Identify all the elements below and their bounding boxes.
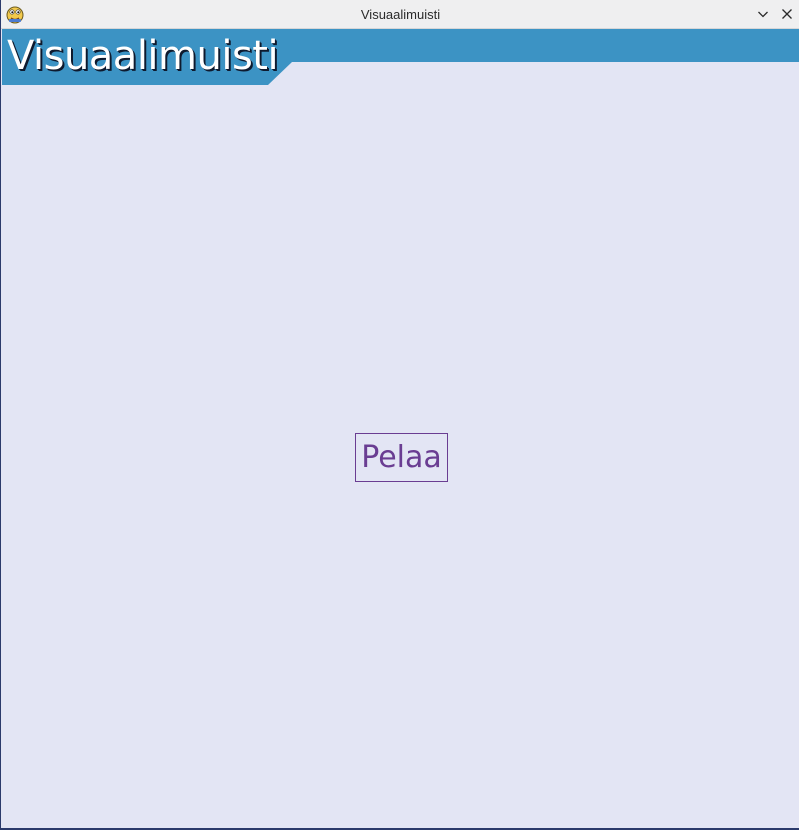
window-title: Visuaalimuisti	[360, 7, 441, 22]
app-window: Visuaalimuisti Visuaalimuisti Pelaa	[0, 0, 799, 830]
play-button[interactable]: Pelaa	[355, 433, 448, 482]
close-button[interactable]	[778, 5, 796, 23]
app-heading: Visuaalimuisti	[7, 33, 279, 79]
close-icon	[781, 5, 793, 24]
window-titlebar[interactable]: Visuaalimuisti	[1, 0, 799, 29]
chevron-down-icon	[757, 5, 769, 24]
minimize-button[interactable]	[754, 5, 772, 23]
